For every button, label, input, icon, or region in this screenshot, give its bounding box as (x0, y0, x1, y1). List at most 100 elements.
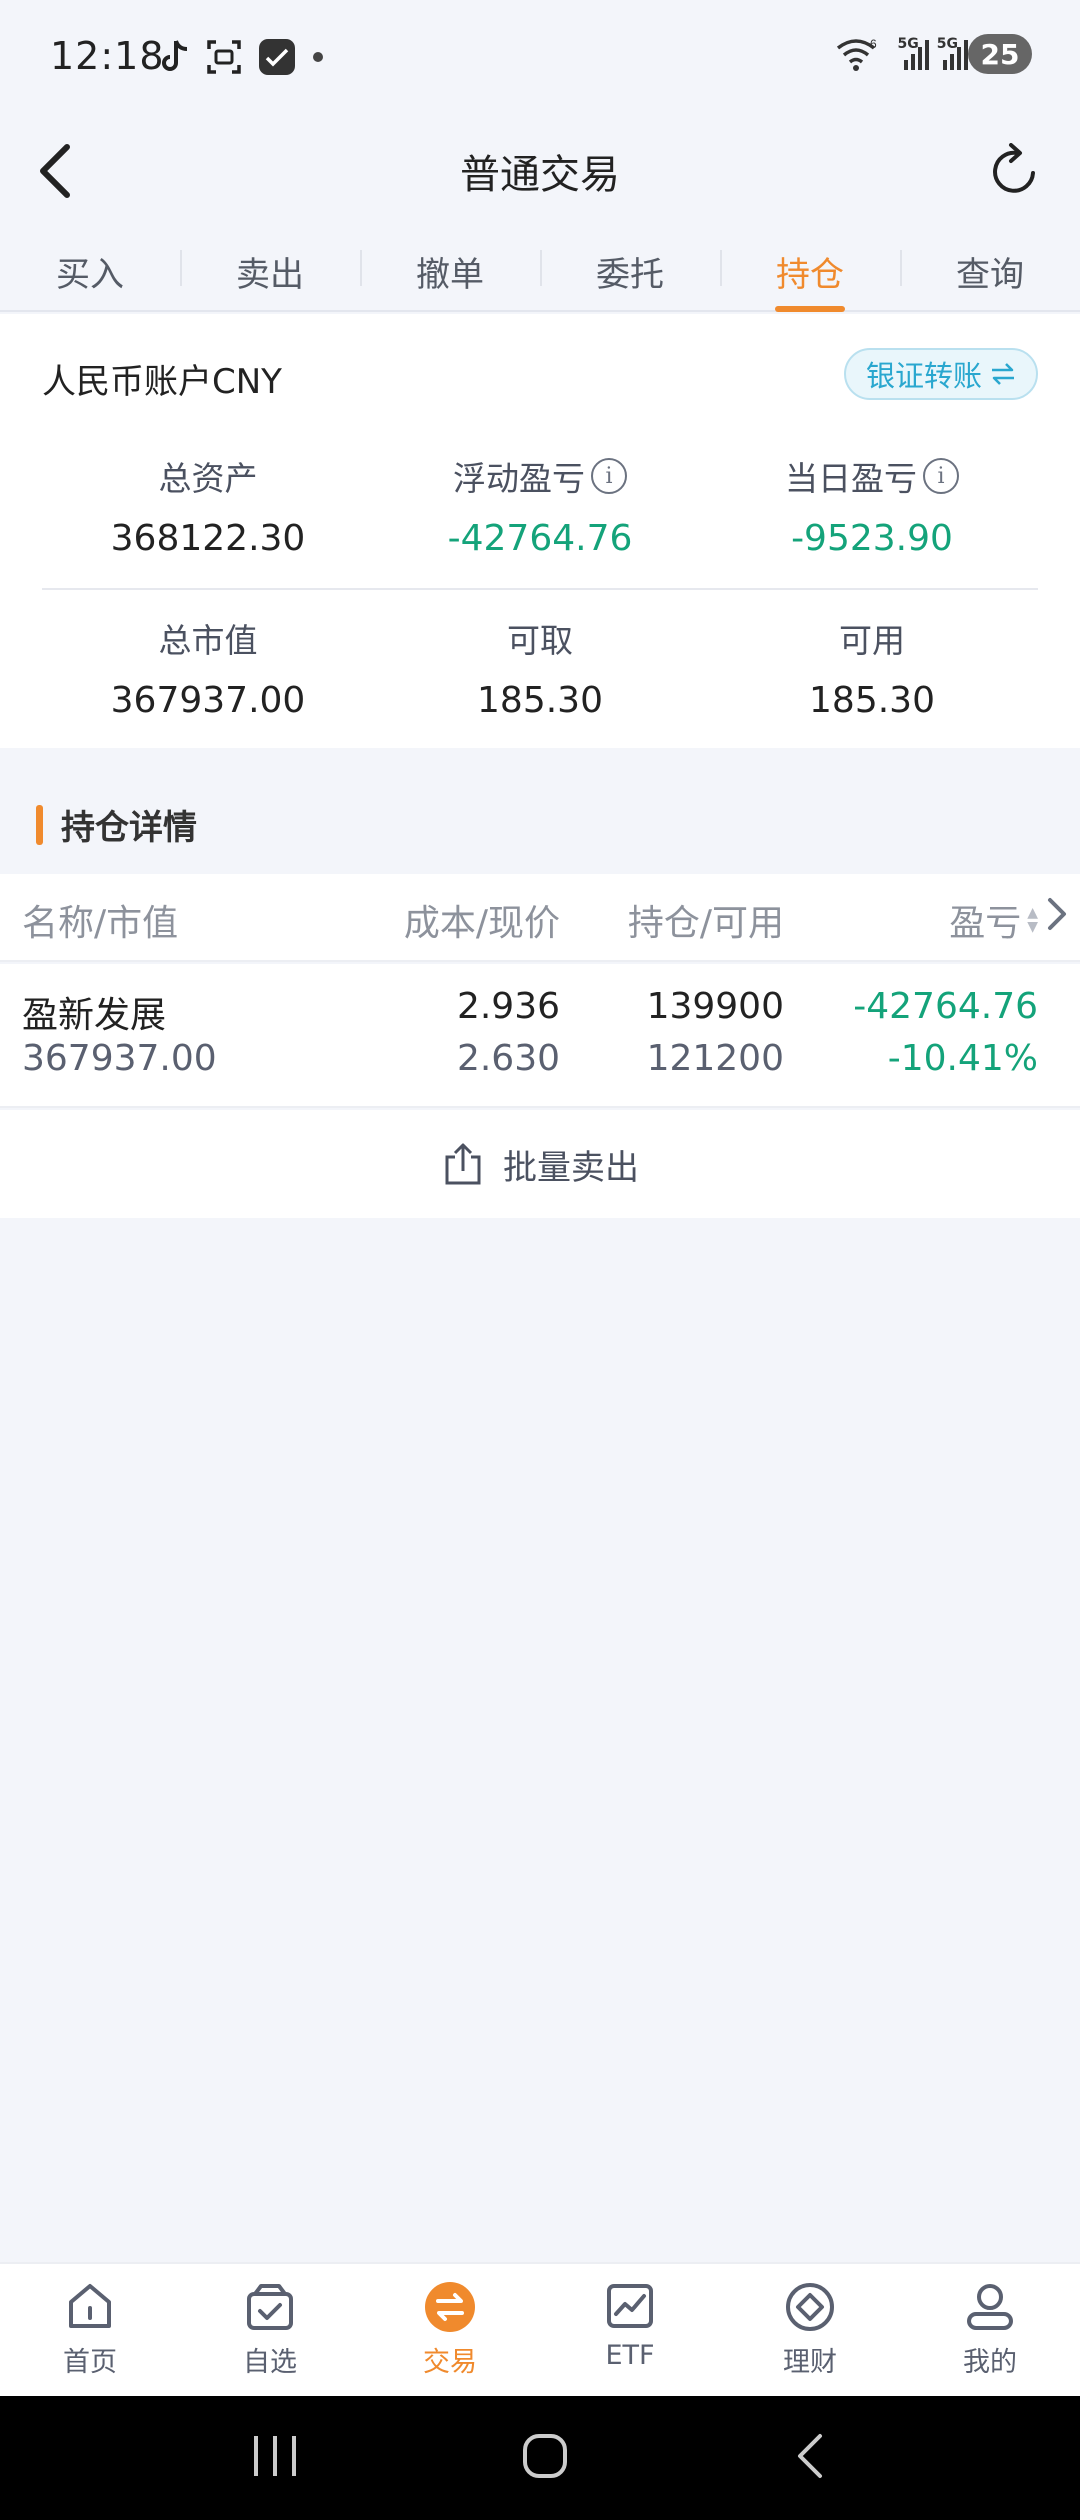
info-icon[interactable]: i (591, 458, 627, 494)
table-row[interactable]: 盈新发展 367937.00 2.936 2.630 139900 121200… (0, 964, 1080, 1108)
header-pl-sort[interactable]: 盈亏 ▲ ▼ (949, 894, 1038, 946)
nav-profile-label: 我的 (963, 2347, 1017, 2378)
dot-icon (313, 52, 323, 62)
trade-tabs: 买入 卖出 撤单 委托 持仓 查询 (0, 232, 1080, 312)
scan-icon (207, 40, 241, 74)
home-system-button[interactable] (521, 2432, 569, 2484)
stock-pl: -42764.76 (853, 986, 1038, 1027)
floating-pl-label: 浮动盈亏 (453, 459, 585, 498)
etf-icon (607, 2284, 653, 2328)
stock-cost: 2.936 (456, 986, 560, 1027)
status-system-icons: 6 5G 5G 25 (836, 34, 1032, 74)
wifi-icon: 6 (836, 37, 877, 71)
wealth-icon (786, 2283, 834, 2331)
tab-buy[interactable]: 买入 (0, 232, 180, 310)
status-bar: 12:18 6 5G 5G 25 (0, 0, 1080, 120)
stock-position: 139900 (646, 986, 784, 1027)
market-value-label: 总市值 (158, 621, 258, 660)
daily-pl-label: 当日盈亏 (785, 459, 917, 498)
nav-wealth[interactable]: 理财 (720, 2264, 900, 2396)
stock-available: 121200 (646, 1038, 784, 1079)
refresh-button[interactable] (980, 136, 1050, 206)
bank-transfer-button[interactable]: 银证转账 (843, 348, 1038, 400)
daily-pl-value: -9523.90 (791, 518, 953, 559)
stock-price: 2.630 (456, 1038, 560, 1079)
bank-transfer-label: 银证转账 (865, 359, 982, 393)
section-title-text: 持仓详情 (61, 808, 197, 848)
header-cost: 成本/现价 (403, 903, 560, 944)
recent-apps-button[interactable] (250, 2434, 300, 2482)
svg-text:6: 6 (870, 37, 877, 51)
total-assets-label: 总资产 (158, 459, 258, 498)
stat-available: 可用 185.30 (706, 614, 1038, 721)
nav-trade-label: 交易 (423, 2347, 477, 2378)
net-label-1: 5G (897, 36, 919, 52)
divider (42, 588, 1038, 590)
page-title: 普通交易 (460, 152, 620, 198)
stat-daily-pl: 当日盈亏 i -9523.90 (706, 452, 1038, 559)
profile-icon (967, 2284, 1013, 2330)
home-icon (69, 2284, 111, 2328)
stock-name: 盈新发展 (22, 995, 167, 1036)
stat-market-value: 总市值 367937.00 (42, 614, 374, 721)
app-badge-icon (259, 39, 295, 75)
stock-pl-pct: -10.41% (887, 1038, 1038, 1079)
stat-total-assets: 总资产 368122.30 (42, 452, 374, 559)
system-nav-bar (0, 2396, 1080, 2520)
header: 普通交易 (0, 120, 1080, 220)
status-notification-icons (160, 38, 324, 76)
section-accent-bar (36, 804, 43, 845)
tab-orders[interactable]: 委托 (540, 232, 720, 310)
account-name: 人民币账户CNY (42, 362, 282, 402)
tab-positions[interactable]: 持仓 (720, 232, 900, 310)
withdrawable-label: 可取 (507, 621, 573, 660)
section-title: 持仓详情 (36, 800, 197, 849)
nav-etf-label: ETF (605, 2340, 655, 2371)
available-value: 185.30 (809, 680, 935, 721)
back-arrow-icon (797, 2434, 822, 2478)
available-label: 可用 (839, 621, 905, 660)
nav-trade[interactable]: 交易 (360, 2264, 540, 2396)
system-back-button[interactable] (790, 2432, 830, 2484)
share-icon (445, 1143, 481, 1185)
stats-row-bottom: 总市值 367937.00 可取 185.30 可用 185.30 (42, 614, 1038, 721)
battery-icon: 25 (968, 34, 1032, 74)
batch-sell-label: 批量卖出 (503, 1147, 639, 1188)
swap-icon (992, 363, 1014, 385)
tiktok-icon (162, 40, 188, 71)
nav-home-label: 首页 (63, 2347, 117, 2378)
nav-home[interactable]: 首页 (0, 2264, 180, 2396)
tab-cancel[interactable]: 撤单 (360, 232, 540, 310)
batch-sell-button[interactable]: 批量卖出 (0, 1110, 1080, 1218)
status-time: 12:18 (50, 34, 165, 78)
info-icon[interactable]: i (923, 458, 959, 494)
refresh-icon (993, 143, 1035, 193)
nav-etf[interactable]: ETF (540, 2264, 720, 2396)
trade-icon (425, 2282, 475, 2332)
stock-market-value: 367937.00 (22, 1038, 217, 1079)
nav-watchlist-label: 自选 (243, 2347, 297, 2378)
nav-wealth-label: 理财 (783, 2347, 837, 2378)
header-name: 名称/市值 (22, 903, 179, 944)
nav-watchlist[interactable]: 自选 (180, 2264, 360, 2396)
sort-icon: ▲ ▼ (1027, 905, 1038, 935)
chevron-right-icon[interactable] (1044, 894, 1070, 943)
home-circle-icon (522, 2434, 567, 2478)
stats-row-top: 总资产 368122.30 浮动盈亏 i -42764.76 当日盈亏 i -9… (42, 452, 1038, 559)
header-hold: 持仓/可用 (627, 903, 784, 944)
stat-withdrawable: 可取 185.30 (374, 614, 706, 721)
nav-profile[interactable]: 我的 (900, 2264, 1080, 2396)
account-card: 人民币账户CNY 银证转账 总资产 368122.30 浮动盈亏 i -4276… (0, 314, 1080, 748)
tab-query[interactable]: 查询 (900, 232, 1080, 310)
bottom-nav: 首页 自选 交易 ETF 理财 我的 (0, 2262, 1080, 2396)
net-label-2: 5G (936, 36, 958, 52)
tab-sell[interactable]: 卖出 (180, 232, 360, 310)
watchlist-icon (247, 2284, 293, 2330)
withdrawable-value: 185.30 (477, 680, 603, 721)
recent-apps-icon (254, 2436, 297, 2476)
header-pl: 盈亏 (949, 903, 1022, 944)
floating-pl-value: -42764.76 (447, 518, 633, 559)
market-value-value: 367937.00 (110, 680, 306, 721)
stat-floating-pl: 浮动盈亏 i -42764.76 (374, 452, 706, 559)
total-assets-value: 368122.30 (110, 518, 306, 559)
